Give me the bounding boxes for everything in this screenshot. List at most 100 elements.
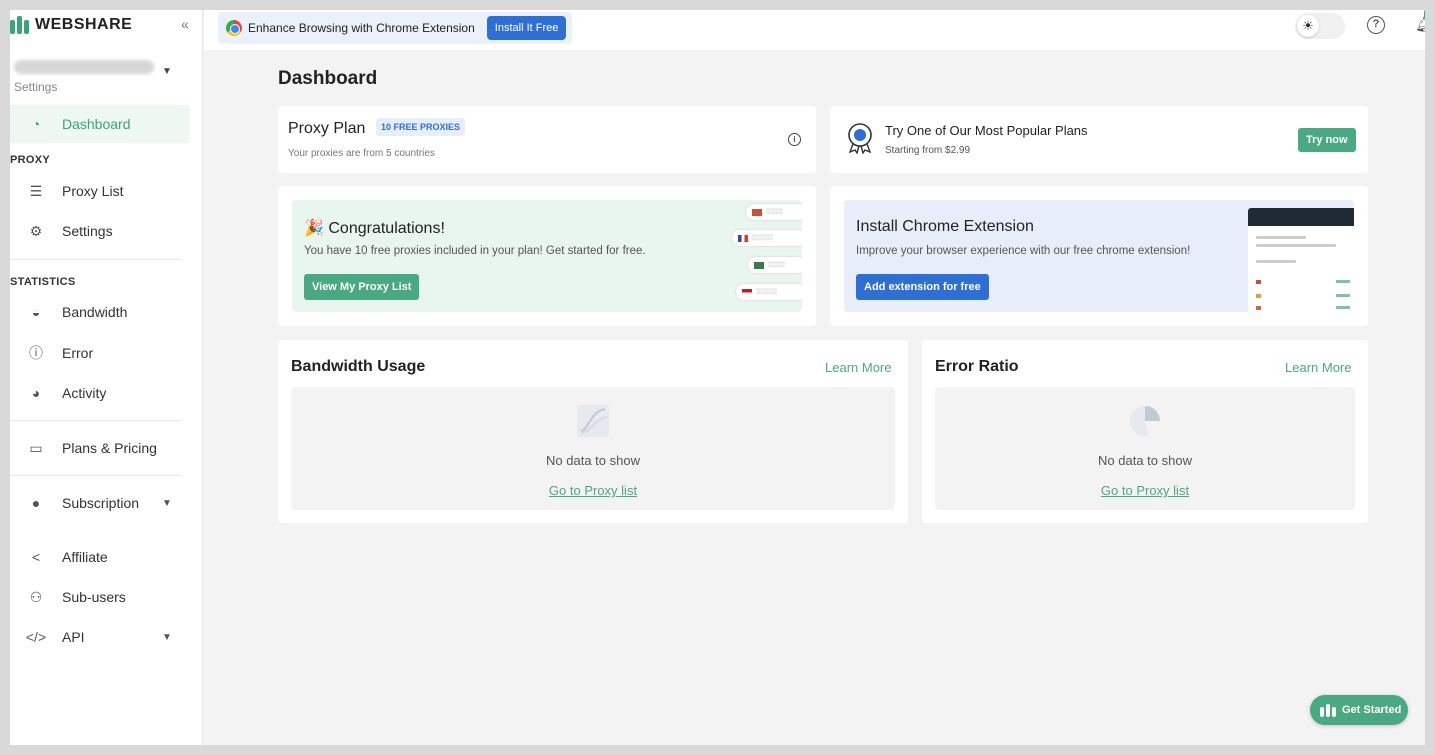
gauge-icon: ◔ — [31, 116, 41, 132]
sidebar-item-activity[interactable]: ◕ Activity — [10, 374, 190, 412]
bandwidth-title: Bandwidth Usage — [291, 358, 426, 375]
free-proxies-badge: 10 FREE PROXIES — [376, 118, 466, 136]
account-switcher[interactable]: Settings — [14, 60, 174, 94]
section-label-proxy: PROXY — [10, 154, 51, 166]
error-ratio-empty-state: No data to show Go to Proxy list — [935, 387, 1355, 510]
extension-preview-image — [1248, 208, 1354, 312]
collapse-sidebar-icon[interactable]: « — [181, 16, 189, 32]
chevron-down-icon: ▼ — [162, 631, 172, 643]
sidebar-item-error[interactable]: ⓘ Error — [10, 334, 190, 372]
webshare-logo-icon — [10, 16, 29, 34]
help-icon[interactable]: ? — [1367, 16, 1385, 34]
chevron-down-icon: ▼ — [162, 497, 172, 509]
chevron-down-icon[interactable]: ▼ — [162, 66, 172, 77]
code-icon: </> — [25, 629, 47, 645]
preview-header — [1248, 208, 1354, 226]
congratulations-text: You have 10 free proxies included in you… — [304, 245, 646, 257]
sidebar-item-label: Dashboard — [62, 116, 131, 132]
chrome-extension-title: Install Chrome Extension — [856, 218, 1034, 235]
go-to-proxy-list-link[interactable]: Go to Proxy list — [291, 483, 895, 498]
sidebar-item-settings[interactable]: ⚙ Settings — [10, 212, 190, 250]
medal-icon — [848, 123, 872, 154]
plan-subtitle: Your proxies are from 5 countries — [288, 148, 435, 159]
error-ratio-title: Error Ratio — [935, 358, 1019, 375]
sidebar-item-label: Affiliate — [62, 549, 108, 565]
chrome-extension-text: Improve your browser experience with our… — [856, 245, 1191, 257]
list-icon: ☰ — [29, 182, 43, 199]
popular-plans-card: Try One of Our Most Popular Plans Starti… — [830, 106, 1368, 173]
theme-toggle[interactable]: ☀ — [1295, 13, 1345, 39]
try-now-button[interactable]: Try now — [1298, 128, 1356, 152]
sun-icon: ☀ — [1297, 15, 1319, 37]
sidebar-item-bandwidth[interactable]: ◒ Bandwidth — [10, 293, 190, 331]
sidebar-item-label: API — [62, 629, 85, 645]
sidebar-item-label: Proxy List — [62, 183, 124, 199]
sidebar-item-proxy-list[interactable]: ☰ Proxy List — [10, 172, 190, 210]
popular-plans-price: Starting from $2.99 — [885, 145, 971, 156]
users-gear-icon: ⚇ — [29, 588, 43, 605]
pie-chart-icon — [1130, 406, 1160, 436]
page-title: Dashboard — [278, 68, 378, 89]
sidebar-item-label: Settings — [62, 223, 113, 239]
chrome-icon — [226, 20, 242, 36]
get-started-label: Get Started — [1342, 704, 1402, 716]
no-data-text: No data to show — [546, 453, 640, 468]
brand-logo[interactable]: WEBSHARE — [10, 16, 132, 34]
party-popper-icon: 🎉 — [304, 220, 324, 237]
sidebar-item-label: Error — [62, 345, 94, 361]
plan-title: Proxy Plan — [288, 120, 366, 137]
bandwidth-usage-card: Bandwidth Usage Learn More No data to sh… — [278, 340, 908, 523]
sidebar-item-plans-pricing[interactable]: ▭ Plans & Pricing — [10, 429, 190, 467]
top-bar: Enhance Browsing with Chrome Extension I… — [204, 10, 1425, 50]
divider — [10, 420, 182, 421]
sidebar-item-sub-users[interactable]: ⚇ Sub-users — [10, 578, 190, 616]
account-sub-label: Settings — [14, 80, 58, 94]
proxy-chip: ░░░░░ — [732, 230, 802, 246]
error-ratio-learn-more-link[interactable]: Learn More — [1285, 360, 1351, 375]
congratulations-promo: 🎉 Congratulations! You have 10 free prox… — [292, 200, 802, 312]
sidebar: WEBSHARE « Settings ▼ ◔ Dashboard PROXY … — [10, 10, 203, 745]
no-data-text: No data to show — [1098, 453, 1192, 468]
sidebar-item-dashboard[interactable]: ◔ Dashboard — [10, 105, 190, 143]
go-to-proxy-list-link[interactable]: Go to Proxy list — [935, 483, 1355, 498]
notification-badge — [1424, 10, 1425, 19]
chrome-extension-promo: Install Chrome Extension Improve your br… — [844, 200, 1354, 312]
sidebar-item-label: Subscription — [62, 495, 140, 511]
sidebar-item-affiliate[interactable]: < Affiliate — [10, 538, 190, 576]
info-icon[interactable]: i — [788, 133, 801, 146]
webshare-logo-icon — [1320, 703, 1336, 717]
add-extension-button[interactable]: Add extension for free — [856, 274, 989, 300]
banner-text: Enhance Browsing with Chrome Extension — [248, 21, 475, 35]
pie-chart-icon: ◕ — [31, 385, 41, 401]
proxy-plan-card: Proxy Plan 10 FREE PROXIES Your proxies … — [278, 106, 816, 173]
proxy-chip: ░░░░ — [746, 204, 802, 220]
proxy-chip: ░░░░ — [748, 257, 802, 273]
line-chart-icon — [577, 405, 609, 437]
app-window: WEBSHARE « Settings ▼ ◔ Dashboard PROXY … — [10, 10, 1425, 745]
error-ratio-card: Error Ratio Learn More No data to show G… — [922, 340, 1368, 523]
view-proxy-list-button[interactable]: View My Proxy List — [304, 274, 420, 300]
share-icon: < — [31, 549, 41, 565]
sidebar-item-label: Bandwidth — [62, 304, 128, 320]
brand-name: WEBSHARE — [35, 16, 133, 33]
congratulations-title: 🎉 Congratulations! — [304, 220, 445, 237]
section-label-statistics: STATISTICS — [10, 276, 76, 288]
account-email-blurred — [14, 60, 154, 74]
sidebar-item-label: Plans & Pricing — [62, 440, 157, 456]
gear-icon: ⚙ — [29, 222, 43, 239]
congratulations-card: 🎉 Congratulations! You have 10 free prox… — [278, 186, 816, 326]
get-started-button[interactable]: Get Started — [1310, 695, 1408, 725]
user-icon: ● — [31, 495, 41, 511]
credit-card-icon: ▭ — [29, 439, 43, 456]
sidebar-item-label: Activity — [62, 385, 107, 401]
bandwidth-learn-more-link[interactable]: Learn More — [825, 360, 891, 375]
sidebar-item-api[interactable]: </> API ▼ — [10, 618, 190, 656]
divider — [10, 259, 182, 260]
sidebar-item-subscription[interactable]: ● Subscription ▼ — [10, 484, 190, 522]
popular-plans-title: Try One of Our Most Popular Plans — [885, 123, 1088, 138]
install-extension-button[interactable]: Install It Free — [486, 16, 567, 40]
sidebar-item-label: Sub-users — [62, 589, 126, 605]
proxy-chip: ░░░░░ — [736, 284, 802, 300]
divider — [10, 475, 182, 476]
chrome-extension-card: Install Chrome Extension Improve your br… — [830, 186, 1368, 326]
